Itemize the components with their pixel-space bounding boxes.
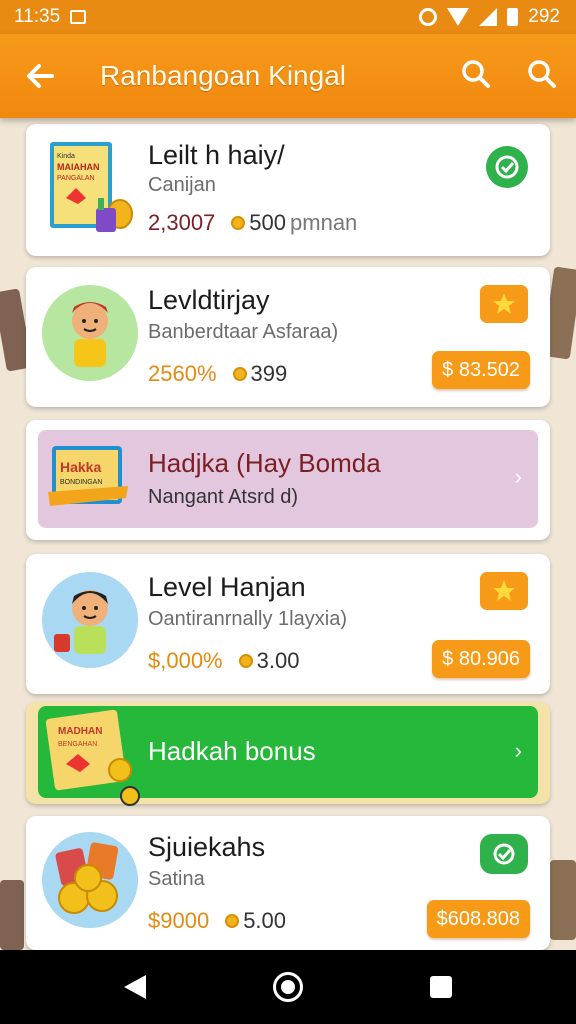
- item-stat-primary: $9000: [148, 908, 210, 933]
- item-stat-coins: 399: [250, 361, 288, 386]
- item-stat-primary: 2,3007: [148, 210, 216, 235]
- item-stat-coins: 5.00: [243, 908, 287, 933]
- promo-card[interactable]: MADHAN BENGAHAN Hadkah bonus ›: [26, 702, 550, 806]
- favorite-button[interactable]: [480, 572, 528, 610]
- item-stat-coins: 3.00: [256, 648, 300, 673]
- promo-book-sub: BONDINGAN: [60, 479, 102, 486]
- item-subtitle: Canijan: [148, 174, 216, 196]
- coin-icon: [238, 654, 253, 668]
- character-avatar: [42, 285, 138, 381]
- verified-badge[interactable]: [480, 834, 528, 874]
- chevron-right-icon: ›: [514, 738, 522, 763]
- alarm-icon: [419, 8, 438, 26]
- wifi-icon: [447, 8, 470, 26]
- item-stat-primary: $,000%: [148, 648, 223, 673]
- item-stats: $9000 5.00: [148, 908, 286, 934]
- list-item[interactable]: Kinda MAIAHAN PANGALAN Leilt h haiy/ Can…: [26, 124, 550, 256]
- star-icon: [493, 580, 515, 601]
- price-button[interactable]: $608.808: [426, 900, 530, 938]
- battery-icon: [507, 8, 519, 26]
- book-label-main: MAIAHAN: [57, 162, 100, 172]
- search-button[interactable]: [460, 58, 496, 94]
- status-bar: 11:35 292: [0, 0, 576, 34]
- search-icon: [528, 60, 556, 88]
- item-title: Level Hanjan: [148, 572, 306, 602]
- book-label-sub: PANGALAN: [57, 175, 95, 182]
- coin-icon: [232, 367, 247, 381]
- notification-icon: [70, 10, 87, 24]
- status-time: 11:35: [14, 6, 61, 27]
- item-stats: 2560% 399: [148, 361, 287, 387]
- promo-card[interactable]: Hakka BONDINGAN Hadjka (Hay Bomda Nangan…: [26, 420, 550, 540]
- bonus-book-icon: MADHAN BENGAHAN: [46, 710, 140, 806]
- bonus-book-label: MADHAN: [58, 726, 102, 737]
- item-stat-primary: 2560%: [148, 361, 217, 386]
- item-stats: 2,3007 500 pmnan: [148, 210, 357, 236]
- back-button[interactable]: [22, 58, 58, 94]
- price-button[interactable]: $ 83.502: [432, 351, 530, 389]
- signal-icon: [479, 8, 498, 26]
- item-subtitle: Satina: [148, 868, 205, 890]
- background-decoration: [550, 860, 576, 940]
- promo-book-icon: Hakka BONDINGAN: [48, 446, 128, 506]
- search-button-secondary[interactable]: [526, 58, 562, 94]
- book-thumbnail: Kinda MAIAHAN PANGALAN: [50, 142, 133, 232]
- chevron-right-icon: ›: [514, 464, 522, 489]
- nav-recents-icon[interactable]: [430, 976, 453, 998]
- item-stat-coins: 500: [249, 210, 287, 235]
- list-item[interactable]: Level Hanjan Oantiranrnally 1layxia) $,0…: [26, 554, 550, 694]
- check-badge-icon: [493, 843, 515, 865]
- system-nav-bar: [0, 950, 576, 1024]
- nav-back-icon[interactable]: [123, 975, 146, 999]
- verified-badge[interactable]: [486, 146, 528, 188]
- bonus-book-sub: BENGAHAN: [58, 741, 97, 748]
- bonus-banner[interactable]: MADHAN BENGAHAN Hadkah bonus ›: [38, 706, 538, 806]
- coin-icon: [231, 216, 246, 230]
- coin-icon: [225, 914, 240, 928]
- promo-book-label: Hakka: [60, 459, 101, 475]
- arrow-left-icon: [27, 64, 54, 88]
- star-icon: [493, 293, 515, 314]
- item-stats: $,000% 3.00: [148, 648, 299, 674]
- item-stat-unit: pmnan: [290, 210, 358, 235]
- battery-level: 292: [528, 6, 560, 27]
- app-bar: Ranbangoan Kingal: [0, 34, 576, 118]
- nav-home-icon[interactable]: [272, 972, 303, 1002]
- check-badge-icon: [495, 155, 519, 179]
- page-title: Ranbangoan Kingal: [100, 60, 346, 91]
- promo-title: Hadjka (Hay Bomda: [148, 448, 381, 478]
- promo-banner[interactable]: Hakka BONDINGAN Hadjka (Hay Bomda Nangan…: [38, 430, 538, 528]
- item-title: Leilt h haiy/: [148, 140, 285, 170]
- search-icon: [462, 60, 490, 88]
- coins-thumbnail: [42, 832, 138, 928]
- item-subtitle: Oantiranrnally 1layxia): [148, 608, 347, 630]
- bonus-title: Hadkah bonus: [148, 736, 316, 766]
- price-button[interactable]: $ 80.906: [432, 640, 530, 678]
- favorite-button[interactable]: [480, 285, 528, 323]
- item-title: Sjuiekahs: [148, 832, 266, 862]
- background-decoration: [0, 880, 24, 950]
- item-subtitle: Banberdtaar Asfaraa): [148, 321, 339, 343]
- promo-subtitle: Nangant Atsrd d): [148, 486, 299, 508]
- character-avatar: [42, 572, 138, 668]
- book-label-top: Kinda: [57, 153, 75, 160]
- item-title: Levldtirjay: [148, 285, 270, 315]
- list-item[interactable]: Sjuiekahs Satina $9000 5.00 $608.808: [26, 816, 550, 950]
- list-item[interactable]: Levldtirjay Banberdtaar Asfaraa) 2560% 3…: [26, 267, 550, 407]
